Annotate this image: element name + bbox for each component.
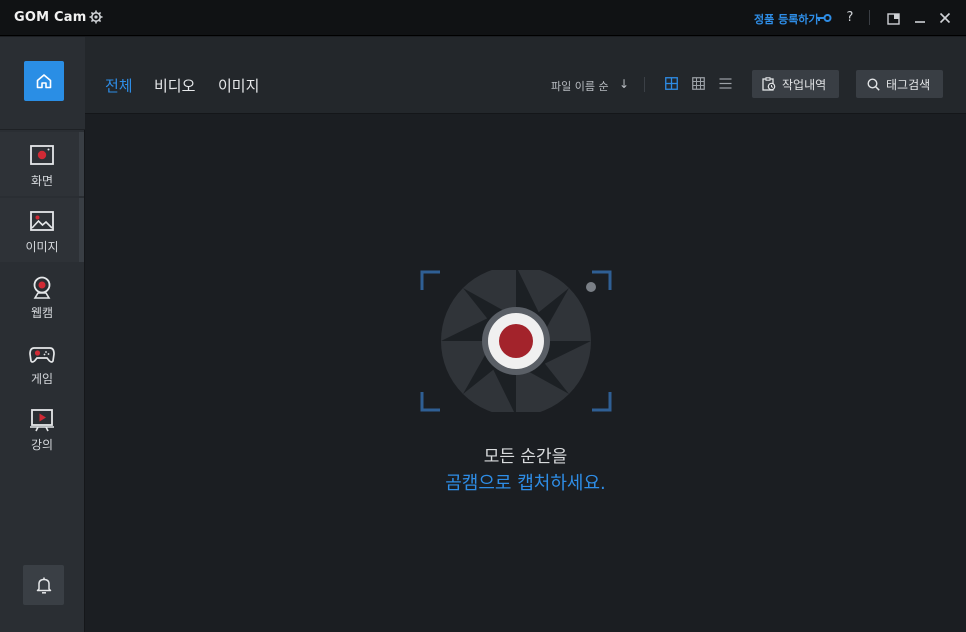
home-button[interactable] [24, 61, 64, 101]
home-icon [36, 74, 52, 89]
sort-direction-icon[interactable]: ↓ [619, 77, 629, 91]
gamepad-icon [29, 347, 55, 363]
sidebar: 화면 이미지 웹캠 게임 강의 [0, 37, 85, 632]
submenu-arrow-icon [79, 161, 82, 167]
close-icon[interactable] [938, 11, 952, 25]
sidebar-item-label: 강의 [30, 438, 54, 452]
image-capture-icon [30, 211, 54, 231]
history-icon [762, 77, 776, 91]
history-button[interactable]: 작업내역 [752, 70, 839, 98]
sidebar-item-label: 게임 [30, 372, 54, 386]
minimize-icon[interactable] [913, 11, 927, 25]
sidebar-item-label: 화면 [30, 174, 54, 188]
toolbar-divider [644, 77, 645, 92]
tab-image[interactable]: 이미지 [218, 75, 259, 96]
screen-record-icon [30, 145, 54, 165]
sidebar-item-game[interactable]: 게임 [0, 330, 84, 394]
gear-icon[interactable] [89, 10, 103, 24]
webcam-icon [33, 276, 51, 299]
app-logo: GOM Cam [14, 10, 87, 25]
empty-state-subtitle: 곰캠으로 캡처하세요. [445, 473, 606, 494]
camera-shutter-illustration [420, 270, 612, 412]
tag-search-label: 태그검색 [886, 77, 931, 92]
key-icon[interactable] [816, 12, 832, 24]
sidebar-item-label: 이미지 [25, 240, 59, 254]
tab-all[interactable]: 전체 [105, 75, 133, 96]
sidebar-item-screen[interactable]: 화면 [0, 132, 84, 196]
sidebar-item-image[interactable]: 이미지 [0, 198, 84, 262]
sidebar-item-webcam[interactable]: 웹캠 [0, 264, 84, 328]
search-icon [867, 77, 880, 91]
lecture-icon [30, 409, 54, 432]
tag-search-button[interactable]: 태그검색 [856, 70, 943, 98]
help-button[interactable]: ? [844, 10, 856, 25]
title-bar: GOM Cam 정품 등록하기 ? [0, 0, 966, 36]
submenu-arrow-icon [79, 227, 82, 233]
sidebar-item-lecture[interactable]: 강의 [0, 396, 84, 460]
tab-video[interactable]: 비디오 [154, 75, 195, 96]
home-section [0, 37, 85, 130]
small-grid-view-icon[interactable] [692, 77, 705, 90]
titlebar-divider [869, 10, 870, 25]
content-area: 모든 순간을 곰캠으로 캡처하세요. [85, 115, 966, 632]
content-toolbar: 전체 비디오 이미지 파일 이름 순 ↓ 작업내역 태그검색 [85, 37, 966, 114]
register-link[interactable]: 정품 등록하기 [754, 11, 819, 27]
mini-mode-icon[interactable] [887, 11, 901, 25]
list-view-icon[interactable] [719, 77, 732, 90]
history-button-label: 작업내역 [782, 77, 827, 92]
empty-state-title: 모든 순간을 [483, 447, 568, 467]
bell-icon [36, 577, 51, 594]
large-grid-view-icon[interactable] [665, 77, 678, 90]
notification-button[interactable] [23, 565, 64, 605]
sidebar-item-label: 웹캠 [30, 306, 54, 320]
sort-dropdown[interactable]: 파일 이름 순 [551, 78, 609, 94]
